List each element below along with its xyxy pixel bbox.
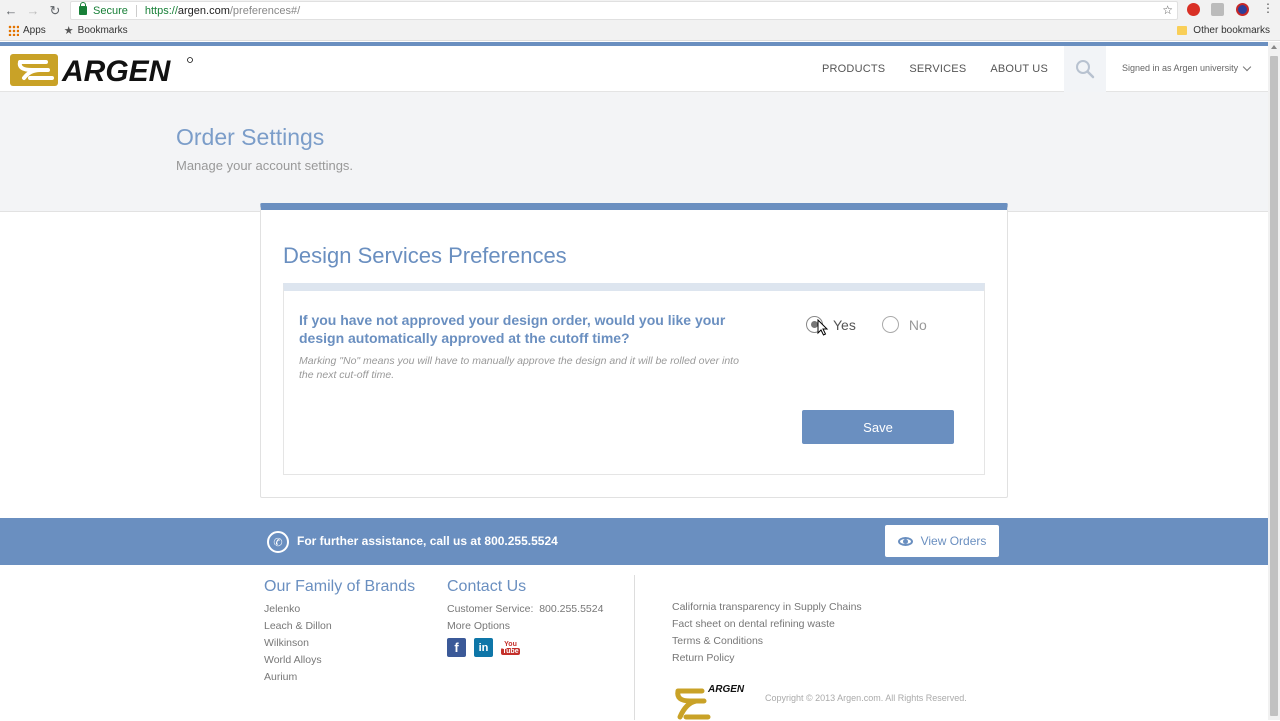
footer-argen-logo: ARGEN [675,684,745,720]
url-scheme: https:// [144,4,178,17]
search-icon [1076,60,1095,79]
signed-in-label: Signed in as Argen university [1122,63,1239,73]
back-icon[interactable]: ← [0,0,22,21]
nav-about-us[interactable]: ABOUT US [990,63,1048,75]
scroll-up-icon[interactable] [1271,45,1277,49]
assistance-text: For further assistance, call us at 800.2… [297,534,558,548]
other-bookmarks[interactable]: Other bookmarks [1177,25,1270,36]
customer-service: Customer Service: 800.255.5524 [447,603,604,615]
lock-icon [79,2,87,15]
apps-bookmark[interactable]: Apps [8,25,46,36]
main-nav: PRODUCTS SERVICES ABOUT US [810,46,1060,92]
page-scrollbar[interactable] [1268,42,1280,720]
preferences-card: Design Services Preferences If you have … [260,203,1008,498]
bookmark-star-icon[interactable]: ☆ [1162,3,1173,17]
page-title: Order Settings [176,124,325,150]
page-hero: Order Settings Manage your account setti… [0,92,1268,212]
social-links: f in You Tube [447,638,603,657]
folder-icon [1177,26,1188,35]
phone-icon: ✆ [267,531,289,553]
other-bookmarks-label: Other bookmarks [1193,25,1270,36]
account-menu[interactable]: Signed in as Argen university [1122,62,1252,73]
footer-divider [634,575,635,720]
mouse-cursor-icon [817,319,829,336]
more-options-link[interactable]: More Options [447,618,603,635]
search-button[interactable] [1064,46,1106,92]
nav-services[interactable]: SERVICES [909,63,966,75]
brand-link[interactable]: World Alloys [264,652,415,669]
view-orders-label: View Orders [920,534,987,548]
auto-approve-note: Marking "No" means you will have to manu… [299,355,739,381]
url-host: argen.com [177,4,230,17]
browser-toolbar: ← → ↻ Secure https://argen.com/preferenc… [0,0,1280,21]
pdf-extension-icon[interactable] [1211,3,1224,16]
card-title: Design Services Preferences [283,243,567,268]
contact-heading: Contact Us [447,578,527,595]
scroll-thumb[interactable] [1270,56,1278,716]
preference-section: If you have not approved your design ord… [283,283,985,475]
reload-icon[interactable]: ↻ [44,0,66,21]
svg-text:ARGEN: ARGEN [707,684,745,695]
star-icon: ★ [63,25,74,37]
chevron-down-icon [1242,62,1252,71]
apps-label: Apps [23,25,46,36]
radio-yes[interactable]: Yes [806,316,856,333]
apps-grid-icon [8,25,19,36]
bookmarks-bookmark[interactable]: ★ Bookmarks [54,24,128,37]
bookmarks-label: Bookmarks [77,25,128,36]
legal-link[interactable]: Fact sheet on dental refining waste [672,616,862,633]
forward-icon[interactable]: → [22,0,44,21]
extension-icon[interactable] [1187,3,1200,16]
radio-no-circle[interactable] [881,316,899,333]
radio-no-label: No [908,316,927,333]
footer-legal: California transparency in Supply Chains… [672,599,862,667]
brand-link[interactable]: Leach & Dillon [264,618,415,635]
radio-yes-label: Yes [833,316,856,333]
argen-logo[interactable]: ARGEN [10,54,194,86]
view-orders-button[interactable]: View Orders [885,525,999,557]
bookmarks-bar: Apps ★ Bookmarks Other bookmarks [0,21,1280,41]
page-subtitle: Manage your account settings. [176,158,354,173]
brand-link[interactable]: Aurium [264,669,415,686]
url-path: /preferences#/ [229,4,301,17]
copyright: Copyright © 2013 Argen.com. All Rights R… [765,693,967,703]
brands-heading: Our Family of Brands [264,578,416,595]
legal-link[interactable]: Return Policy [672,650,862,667]
footer-brands: Our Family of Brands Jelenko Leach & Dil… [264,578,415,686]
legal-link[interactable]: Terms & Conditions [672,633,862,650]
brand-link[interactable]: Wilkinson [264,635,415,652]
browser-menu-icon[interactable]: ⋮ [1262,1,1274,15]
youtube-icon[interactable]: You Tube [501,638,520,657]
secure-label: Secure [93,4,128,17]
address-bar[interactable]: Secure https://argen.com/preferences#/ ☆ [70,1,1178,20]
facebook-icon[interactable]: f [447,638,466,657]
site-header: ARGEN PRODUCTS SERVICES ABOUT US Signed … [0,46,1268,92]
linkedin-icon[interactable]: in [474,638,493,657]
nav-products[interactable]: PRODUCTS [822,63,885,75]
eye-icon [897,536,913,546]
radio-no[interactable]: No [881,316,927,333]
auto-approve-question: If you have not approved your design ord… [299,312,726,346]
footer-contact: Contact Us Customer Service: 800.255.552… [447,578,603,657]
assistance-bar: ✆ For further assistance, call us at 800… [0,518,1268,565]
logo-text: ARGEN [61,55,172,86]
legal-link[interactable]: California transparency in Supply Chains [672,599,862,616]
brand-link[interactable]: Jelenko [264,601,415,618]
divider [135,4,137,17]
save-button[interactable]: Save [802,410,954,444]
flag-extension-icon[interactable] [1236,3,1249,16]
